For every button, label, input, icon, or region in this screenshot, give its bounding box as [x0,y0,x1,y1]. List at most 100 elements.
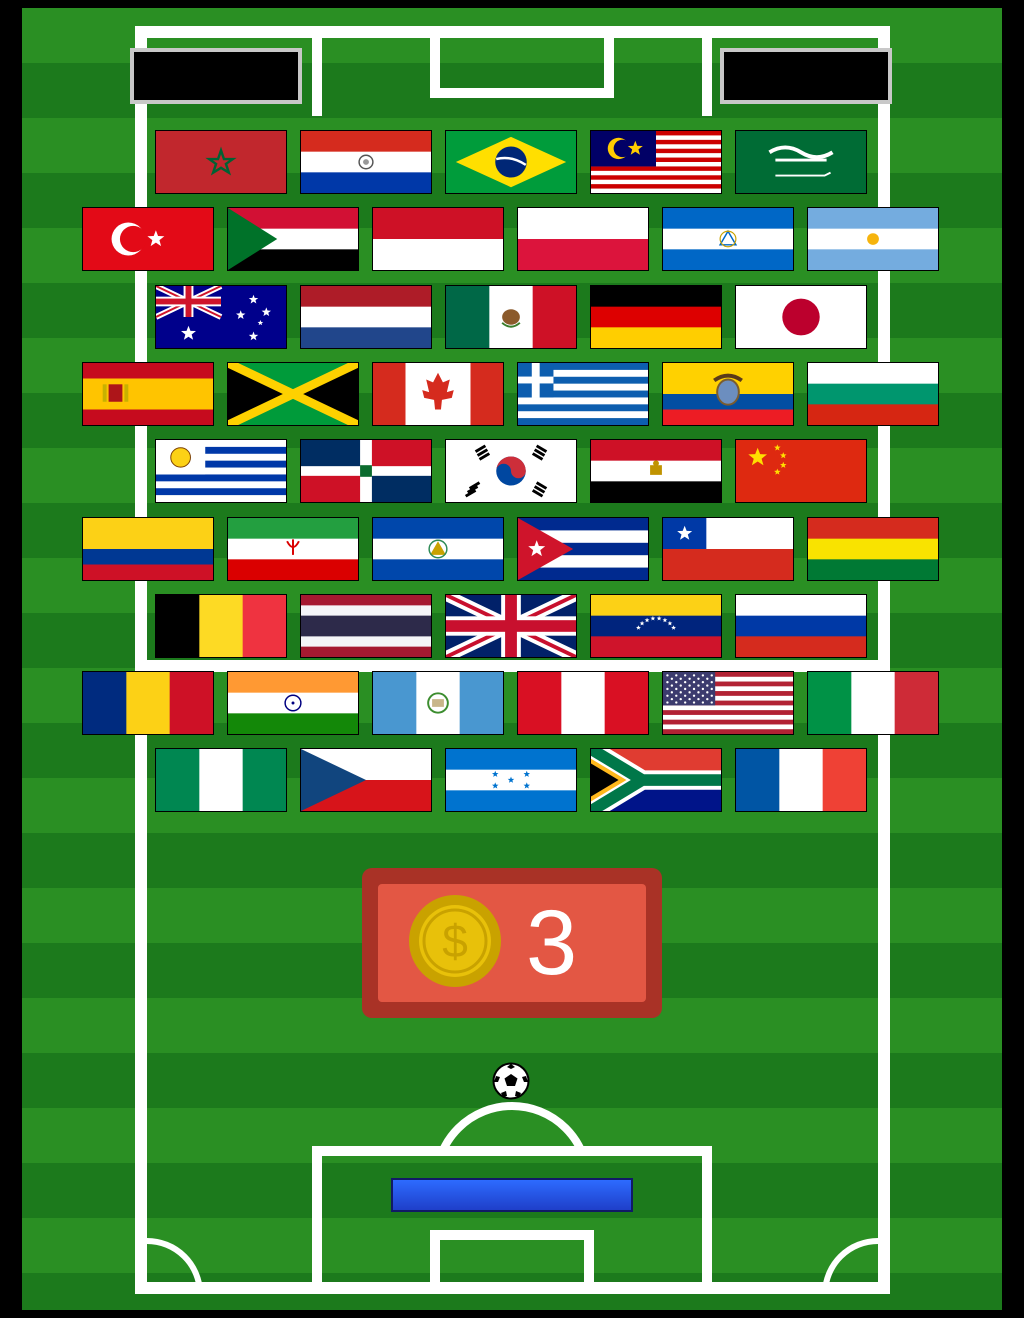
dollar-coin-icon: $ [409,895,501,987]
flag-brick-morocco [155,130,287,194]
flag-brick-spain [82,362,214,426]
goal-line-top [135,26,890,38]
svg-text:$: $ [442,915,468,967]
flag-venezuela-icon [591,595,721,657]
flag-south-korea-icon [446,440,576,502]
flag-japan-icon [736,286,866,348]
coin-counter: $ 3 [362,868,662,1018]
flag-brick-japan [735,285,867,349]
flag-spain-icon [83,363,213,425]
flag-honduras-icon [446,749,576,811]
flag-brick-guatemala [372,671,504,735]
flag-indonesia-icon [373,208,503,270]
flag-romania-icon [83,672,213,734]
flag-brick-venezuela [590,594,722,658]
soccer-ball [492,1062,530,1100]
flag-mexico-icon [446,286,576,348]
flag-brick-uruguay [155,439,287,503]
flag-thailand-icon [301,595,431,657]
flag-bulgaria-icon [808,363,938,425]
flag-brick-mexico [445,285,577,349]
flag-brick-dominican-republic [300,439,432,503]
flag-brick-canada [372,362,504,426]
flag-belgium-icon [156,595,286,657]
flag-brick-argentina [807,207,939,271]
flag-brick-chile [662,517,794,581]
goal-box-top [430,38,614,98]
flag-poland-icon [518,208,648,270]
flag-chile-icon [663,518,793,580]
flag-brick-egypt [590,439,722,503]
flag-brick-sudan [227,207,359,271]
flag-united-kingdom-icon [446,595,576,657]
flag-brick-peru [517,671,649,735]
flag-netherlands-icon [301,286,431,348]
flag-brick-paraguay [300,130,432,194]
flag-brick-south-korea [445,439,577,503]
flag-brick-czech-republic [300,748,432,812]
coin-counter-inner: $ 3 [378,884,646,1002]
flag-brick-bulgaria [807,362,939,426]
flag-dominican-republic-icon [301,440,431,502]
flag-morocco-icon [156,131,286,193]
flag-ecuador-icon [663,363,793,425]
flag-colombia-icon [83,518,213,580]
flag-brick-colombia [82,517,214,581]
flag-bolivia-icon [808,518,938,580]
player-paddle[interactable] [391,1178,633,1212]
flag-china-icon [736,440,866,502]
score-box-left [130,48,302,104]
flag-brick-poland [517,207,649,271]
flag-brick-belgium [155,594,287,658]
flag-brick-netherlands [300,285,432,349]
flag-brick-romania [82,671,214,735]
flag-russia-icon [736,595,866,657]
flag-brick-russia [735,594,867,658]
flag-brick-brazil [445,130,577,194]
flag-india-icon [228,672,358,734]
penalty-box-top-right [702,26,712,116]
flag-brick-malaysia [590,130,722,194]
flag-brick-ecuador [662,362,794,426]
flag-brick-turkey [82,207,214,271]
soccer-pitch [22,8,1002,1310]
flag-brick-australia [155,285,287,349]
flag-germany-icon [591,286,721,348]
flag-argentina-icon [808,208,938,270]
flag-el-salvador-icon [373,518,503,580]
flag-italy-icon [808,672,938,734]
flag-paraguay-icon [301,131,431,193]
flag-czech-republic-icon [301,749,431,811]
flag-canada-icon [373,363,503,425]
flag-cuba-icon [518,518,648,580]
flag-brick-germany [590,285,722,349]
flag-brick-south-africa [590,748,722,812]
flag-jamaica-icon [228,363,358,425]
flag-sudan-icon [228,208,358,270]
flag-brick-nicaragua [662,207,794,271]
flag-brick-bolivia [807,517,939,581]
flag-malaysia-icon [591,131,721,193]
flag-brazil-icon [446,131,576,193]
flag-brick-cuba [517,517,649,581]
flag-united-states-icon [663,672,793,734]
flag-greece-icon [518,363,648,425]
flag-brick-france [735,748,867,812]
flag-france-icon [736,749,866,811]
flag-turkey-icon [83,208,213,270]
flag-brick-italy [807,671,939,735]
flag-brick-thailand [300,594,432,658]
flag-brick-iran [227,517,359,581]
flag-nigeria-icon [156,749,286,811]
flag-saudi-arabia-icon [736,131,866,193]
flag-brick-el-salvador [372,517,504,581]
flag-uruguay-icon [156,440,286,502]
flag-egypt-icon [591,440,721,502]
flag-south-africa-icon [591,749,721,811]
flag-brick-jamaica [227,362,359,426]
flag-australia-icon [156,286,286,348]
penalty-box-top-left [312,26,322,116]
flag-brick-nigeria [155,748,287,812]
flag-nicaragua-icon [663,208,793,270]
flag-brick-united-kingdom [445,594,577,658]
